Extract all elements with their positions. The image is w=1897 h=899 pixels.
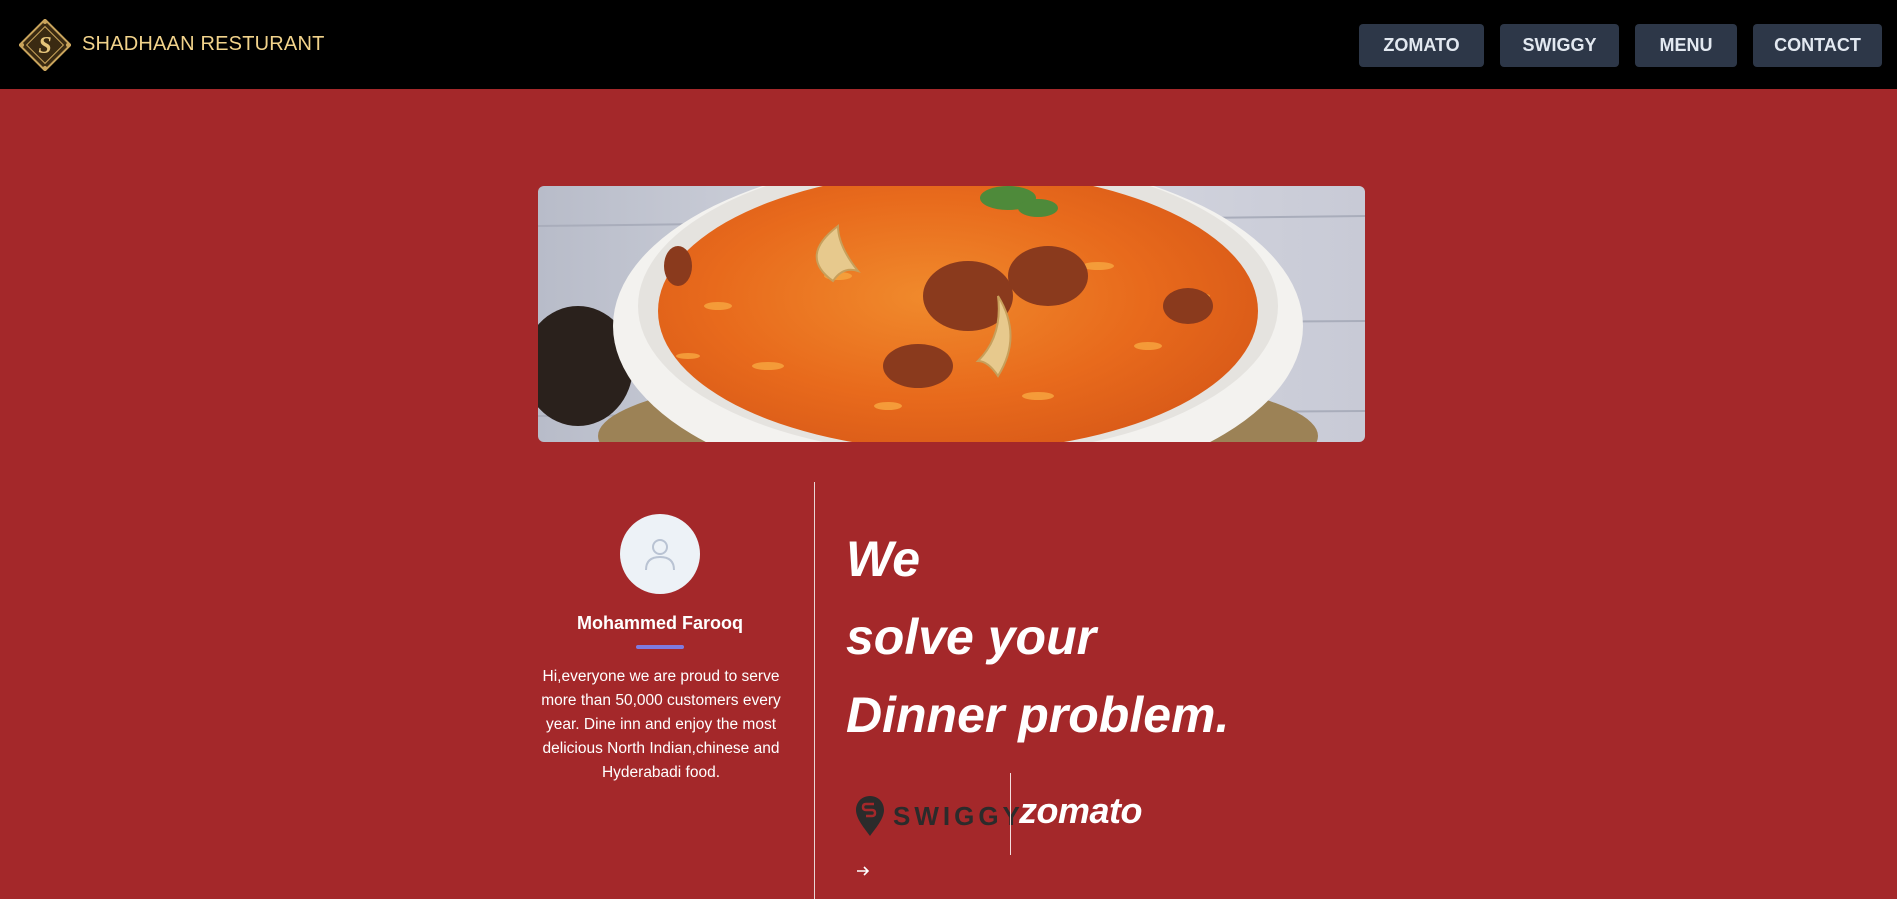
profile-bio: Hi,everyone we are proud to serve more t… [541,668,781,781]
nav-zomato-button[interactable]: ZOMATO [1359,24,1484,67]
swiggy-pin-icon [856,796,884,836]
nav-contact-button[interactable]: CONTACT [1753,24,1882,67]
headline-line-1: We [846,531,921,587]
swiggy-logo[interactable]: SWIGGY [855,794,1024,838]
profile-name: Mohammed Farooq [576,613,743,633]
arrow-right-icon[interactable] [855,863,871,879]
top-navbar: S SHADHAAN RESTURANT ZOMATO SWIGGY MENU … [0,0,1897,89]
restaurant-logo-icon[interactable]: S [18,18,72,72]
nav-menu-button[interactable]: MENU [1635,24,1737,67]
swiggy-wordmark: SWIGGY [893,800,1024,831]
nav-swiggy-button[interactable]: SWIGGY [1500,24,1619,67]
zomato-wordmark[interactable]: zomato [1019,790,1143,832]
partner-logo-divider [1010,773,1011,855]
headline: We solve your Dinner problem. [846,520,1229,754]
name-underline [636,645,684,649]
avatar [620,514,700,594]
hero-biryani-image [538,186,1365,442]
svg-text:S: S [38,33,51,59]
headline-line-3: Dinner problem. [846,687,1230,743]
user-icon [645,539,675,571]
headline-line-2: solve your [846,609,1097,665]
brand-name[interactable]: SHADHAAN RESTURANT [82,33,325,56]
vertical-divider [814,482,815,899]
